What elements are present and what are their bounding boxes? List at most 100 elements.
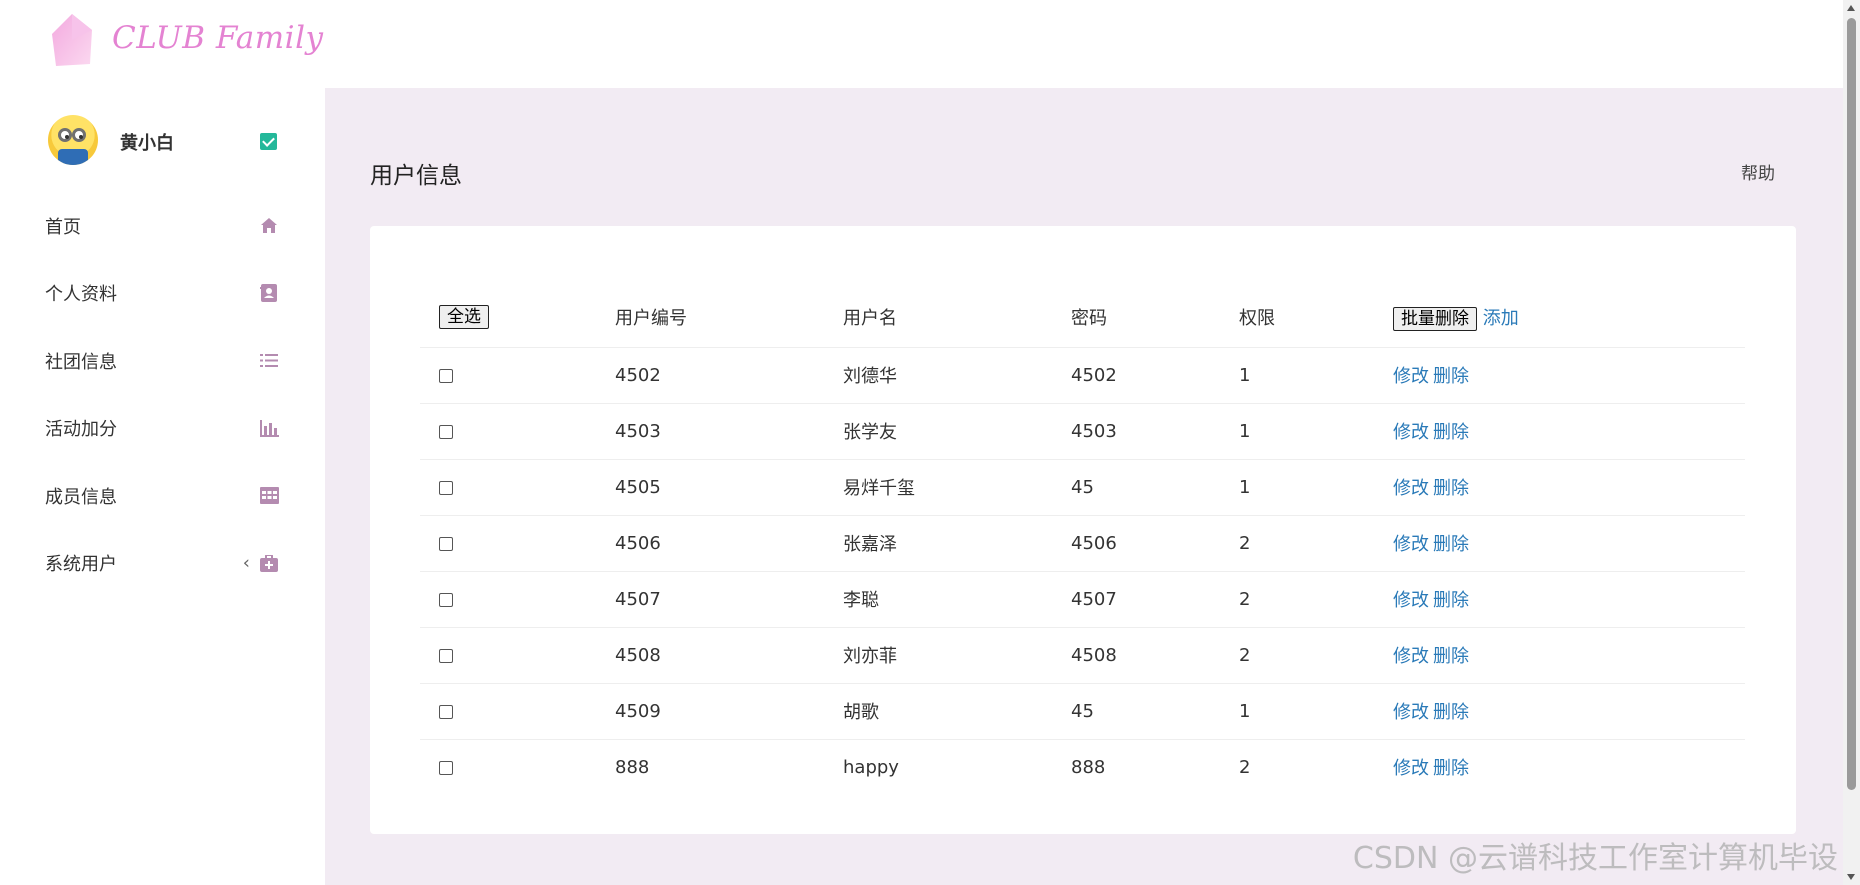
delete-link[interactable]: 删除	[1433, 422, 1469, 443]
cell-user-id: 4503	[615, 420, 661, 442]
edit-link[interactable]: 修改	[1393, 590, 1429, 611]
cell-user-id: 4508	[615, 644, 661, 666]
edit-link[interactable]: 修改	[1393, 366, 1429, 387]
row-checkbox[interactable]	[439, 368, 453, 383]
bar-chart-icon	[259, 418, 279, 438]
cell-user-id: 4509	[615, 700, 661, 722]
delete-link[interactable]: 删除	[1433, 646, 1469, 667]
user-table-card: 全选 用户编号 用户名 密码 权限 批量删除 添加 4502 刘德华 4502 1 修改…	[370, 226, 1796, 834]
table-row: 4503 张学友 4503 1 修改 删除	[420, 403, 1745, 459]
edit-link[interactable]: 修改	[1393, 534, 1429, 555]
batch-delete-button[interactable]: 批量删除	[1393, 306, 1477, 331]
sidebar-item-activity-points[interactable]: 活动加分	[0, 395, 325, 463]
row-checkbox[interactable]	[439, 424, 453, 439]
check-badge-icon	[260, 133, 277, 150]
cell-password: 4502	[1071, 364, 1117, 386]
top-header: CLUB Family	[0, 0, 1843, 88]
cell-username: happy	[843, 756, 899, 778]
cell-username: 刘亦菲	[843, 646, 897, 667]
row-checkbox[interactable]	[439, 704, 453, 719]
pentagon-logo-icon	[52, 14, 92, 66]
page-title: 用户信息	[370, 163, 462, 189]
row-checkbox[interactable]	[439, 648, 453, 663]
column-header-password: 密码	[1071, 308, 1107, 330]
avatar[interactable]	[48, 115, 98, 165]
edit-link[interactable]: 修改	[1393, 422, 1429, 443]
sidebar-item-label: 系统用户	[45, 554, 117, 576]
brand-name: CLUB Family	[112, 20, 324, 56]
cell-user-id: 888	[615, 756, 650, 778]
cell-user-id: 4506	[615, 532, 661, 554]
cell-username: 胡歌	[843, 702, 879, 723]
sidebar-nav: 首页 个人资料 社团信息 活动加分 成员信息 系统用户 ‹	[0, 192, 325, 597]
cell-password: 4503	[1071, 420, 1117, 442]
chevron-left-icon: ‹	[242, 552, 250, 574]
column-header-id: 用户编号	[615, 308, 687, 330]
contact-card-icon	[259, 283, 279, 303]
list-icon	[259, 351, 279, 371]
username: 黄小白	[120, 133, 174, 154]
sidebar-item-club-info[interactable]: 社团信息	[0, 327, 325, 395]
edit-link[interactable]: 修改	[1393, 478, 1429, 499]
cell-password: 4508	[1071, 644, 1117, 666]
scroll-down-icon[interactable]	[1847, 874, 1855, 880]
sidebar-item-label: 社团信息	[45, 351, 117, 373]
cell-permission: 1	[1239, 476, 1251, 498]
cell-permission: 1	[1239, 364, 1251, 386]
delete-link[interactable]: 删除	[1433, 366, 1469, 387]
cell-permission: 1	[1239, 420, 1251, 442]
scrollbar-thumb[interactable]	[1847, 18, 1856, 790]
edit-link[interactable]: 修改	[1393, 646, 1429, 667]
select-all-button[interactable]: 全选	[439, 305, 489, 330]
table-icon	[259, 486, 279, 506]
sidebar-item-members[interactable]: 成员信息	[0, 462, 325, 530]
cell-permission: 2	[1239, 756, 1251, 778]
cell-username: 张学友	[843, 422, 897, 443]
cell-user-id: 4505	[615, 476, 661, 498]
row-checkbox[interactable]	[439, 592, 453, 607]
cell-permission: 2	[1239, 532, 1251, 554]
delete-link[interactable]: 删除	[1433, 702, 1469, 723]
add-user-link[interactable]: 添加	[1483, 308, 1519, 329]
cell-password: 4507	[1071, 588, 1117, 610]
delete-link[interactable]: 删除	[1433, 758, 1469, 779]
table-row: 4509 胡歌 45 1 修改 删除	[420, 683, 1745, 739]
medkit-icon	[259, 553, 279, 573]
delete-link[interactable]: 删除	[1433, 534, 1469, 555]
edit-link[interactable]: 修改	[1393, 758, 1429, 779]
cell-password: 45	[1071, 476, 1094, 498]
sidebar-item-system-users[interactable]: 系统用户 ‹	[0, 530, 325, 598]
user-table: 全选 用户编号 用户名 密码 权限 批量删除 添加 4502 刘德华 4502 1 修改…	[420, 288, 1745, 795]
cell-username: 张嘉泽	[843, 534, 897, 555]
column-header-username: 用户名	[843, 308, 897, 330]
home-icon	[259, 216, 279, 236]
cell-permission: 2	[1239, 588, 1251, 610]
table-header-row: 全选 用户编号 用户名 密码 权限 批量删除 添加	[420, 288, 1745, 347]
column-header-permission: 权限	[1239, 308, 1275, 330]
row-checkbox[interactable]	[439, 480, 453, 495]
delete-link[interactable]: 删除	[1433, 590, 1469, 611]
cell-user-id: 4502	[615, 364, 661, 386]
scroll-up-icon[interactable]	[1847, 5, 1855, 11]
cell-password: 4506	[1071, 532, 1117, 554]
sidebar-item-label: 活动加分	[45, 419, 117, 441]
help-link[interactable]: 帮助	[1741, 159, 1775, 184]
table-row: 4506 张嘉泽 4506 2 修改 删除	[420, 515, 1745, 571]
cell-permission: 2	[1239, 644, 1251, 666]
table-row: 4507 李聪 4507 2 修改 删除	[420, 571, 1745, 627]
sidebar-item-profile[interactable]: 个人资料	[0, 260, 325, 328]
delete-link[interactable]: 删除	[1433, 478, 1469, 499]
edit-link[interactable]: 修改	[1393, 702, 1429, 723]
cell-user-id: 4507	[615, 588, 661, 610]
cell-username: 李聪	[843, 590, 879, 611]
vertical-scrollbar[interactable]	[1843, 0, 1860, 885]
row-checkbox[interactable]	[439, 536, 453, 551]
table-row: 4505 易烊千玺 45 1 修改 删除	[420, 459, 1745, 515]
sidebar-item-label: 个人资料	[45, 284, 117, 306]
row-checkbox[interactable]	[439, 760, 453, 775]
sidebar-item-home[interactable]: 首页	[0, 192, 325, 260]
main-content: 用户信息 帮助 全选 用户编号 用户名 密码 权限 批量删除 添加 4502 刘德…	[325, 88, 1843, 885]
cell-password: 888	[1071, 756, 1106, 778]
cell-username: 易烊千玺	[843, 478, 915, 499]
sidebar: 黄小白 首页 个人资料 社团信息 活动加分 成员信息 系统用户 ‹	[0, 88, 325, 885]
